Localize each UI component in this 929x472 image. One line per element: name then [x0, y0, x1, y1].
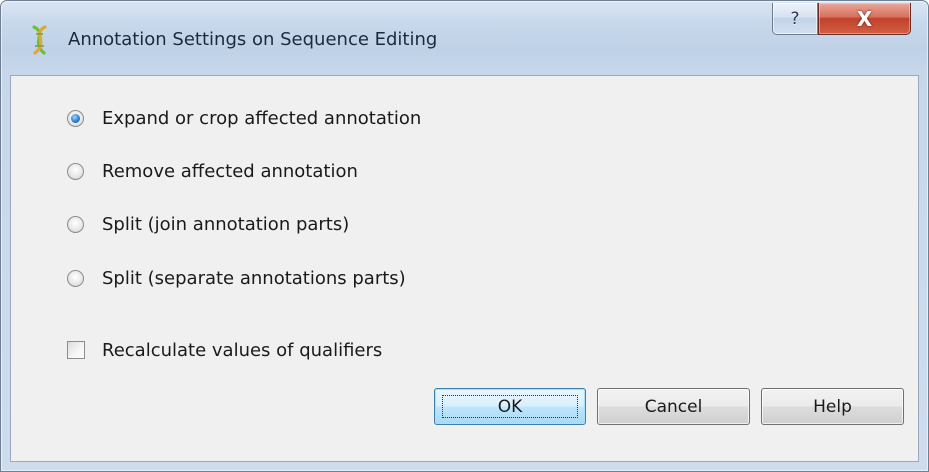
- option-label: Split (separate annotations parts): [102, 267, 406, 289]
- dialog-content: Expand or crop affected annotation Remov…: [10, 75, 919, 462]
- title-close-button[interactable]: X: [818, 3, 911, 35]
- close-icon: X: [856, 6, 873, 31]
- help-button[interactable]: Help: [761, 388, 904, 425]
- recalculate-checkbox[interactable]: [67, 341, 85, 359]
- checkbox-label: Recalculate values of qualifiers: [102, 339, 383, 361]
- radio-button-selected[interactable]: [67, 109, 84, 127]
- option-label: Split (join annotation parts): [102, 213, 350, 235]
- radio-button[interactable]: [67, 269, 84, 287]
- cancel-button-label: Cancel: [644, 396, 703, 417]
- title-bar[interactable]: Annotation Settings on Sequence Editing …: [1, 1, 928, 75]
- question-mark-icon: ?: [790, 8, 800, 29]
- radio-button[interactable]: [67, 162, 84, 180]
- help-button-label: Help: [813, 396, 852, 417]
- ok-button-label: OK: [497, 396, 523, 417]
- radio-button[interactable]: [67, 215, 84, 233]
- cancel-button[interactable]: Cancel: [597, 388, 750, 425]
- ok-button[interactable]: OK: [434, 388, 586, 425]
- option-label: Remove affected annotation: [102, 160, 358, 182]
- title-help-button[interactable]: ?: [772, 3, 818, 35]
- ugene-helix-icon: [32, 25, 47, 55]
- window-title: Annotation Settings on Sequence Editing: [68, 29, 438, 50]
- option-label: Expand or crop affected annotation: [102, 107, 422, 129]
- dialog-window: Annotation Settings on Sequence Editing …: [0, 0, 929, 472]
